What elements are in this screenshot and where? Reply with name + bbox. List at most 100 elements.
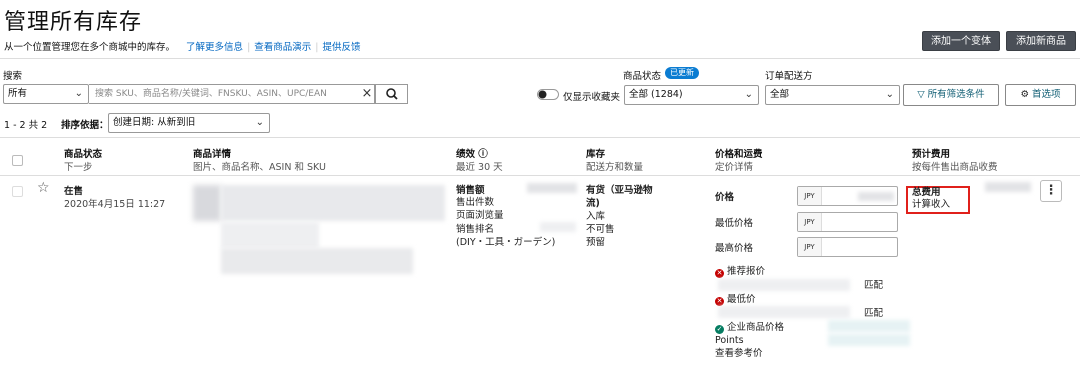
row-status: 在售 [64, 186, 84, 197]
status-badge: 已更新 [665, 67, 699, 79]
chevron-down-icon: ⌄ [885, 89, 894, 100]
view-demo-link[interactable]: 查看商品演示 [254, 42, 311, 53]
all-filters-label: 所有筛选条件 [927, 89, 985, 100]
filter-icon: ▽ [917, 89, 925, 100]
column-header-price[interactable]: 价格和运费 [715, 146, 763, 160]
inventory-status-line2: 流) [586, 198, 600, 209]
recommended-price-row: ✕ 推荐报价 [715, 266, 765, 278]
chevron-down-icon: ⌄ [744, 89, 753, 100]
subtitle-text: 从一个位置管理您在多个商城中的库存。 [4, 42, 176, 53]
column-header-status[interactable]: 商品状态 [64, 146, 102, 160]
lowest-price-blurred [718, 306, 850, 318]
sort-label: 排序依据： [61, 120, 109, 131]
add-product-button[interactable]: 添加新商品 [1006, 31, 1076, 51]
search-button[interactable] [375, 84, 408, 104]
search-placeholder: 搜索 SKU、商品名称/关键词、FNSKU、ASIN、UPC/EAN [95, 89, 327, 99]
product-image[interactable] [193, 185, 221, 221]
more-options-icon[interactable]: ⋮ [1040, 180, 1062, 202]
lowest-price-row: ✕ 最低价 [715, 294, 756, 306]
fulfillment-select[interactable]: 全部 ⌄ [765, 85, 900, 105]
price-input[interactable]: JPY [797, 186, 898, 206]
perf-rank-blurred [540, 222, 576, 232]
preferences-button[interactable]: ⚙ 首选项 [1005, 84, 1076, 106]
column-header-inventory[interactable]: 库存 [586, 146, 605, 160]
view-reference-price-link[interactable]: 查看参考价 [715, 348, 763, 359]
product-title-blurred[interactable] [221, 185, 445, 221]
max-price-label: 最高价格 [715, 243, 754, 254]
error-icon: ✕ [715, 297, 724, 306]
points-blurred [828, 334, 910, 346]
currency-prefix: JPY [798, 238, 822, 256]
select-all-checkbox[interactable] [12, 155, 23, 166]
currency-prefix: JPY [798, 187, 822, 205]
total-fees-label: 总费用 [912, 187, 941, 198]
favorites-label: 仅显示收藏夹 [563, 92, 621, 103]
row-date: 2020年4月15日 11:27 [64, 199, 166, 210]
all-filters-button[interactable]: ▽ 所有筛选条件 [903, 84, 999, 106]
recommended-price-blurred [718, 279, 850, 291]
status-label: 商品状态 [623, 71, 662, 82]
search-scope-value: 所有 [8, 88, 28, 99]
business-price-label: 企业商品价格 [727, 322, 785, 333]
status-select-value: 全部 (1284) [629, 89, 683, 100]
product-sku-blurred [221, 248, 413, 274]
inventory-unsellable: 不可售 [586, 224, 615, 235]
page-subtitle: 从一个位置管理您在多个商城中的库存。 了解更多信息 | 查看商品演示 | 提供反馈 [4, 42, 361, 53]
calculate-income-link[interactable]: 计算收入 [912, 199, 950, 210]
match-recommended-link[interactable]: 匹配 [864, 280, 883, 291]
result-range: 1 - 2 共 2 [4, 120, 48, 131]
clear-icon[interactable]: × [358, 84, 376, 104]
min-price-input[interactable]: JPY [797, 212, 898, 232]
chevron-down-icon: ⌄ [74, 88, 83, 99]
perf-rank-category: (DIY・工具・ガーデン) [456, 237, 556, 248]
table-header-bottom-border [0, 175, 1080, 176]
perf-pageviews-label: 页面浏览量 [456, 210, 504, 221]
status-select[interactable]: 全部 (1284) ⌄ [624, 85, 759, 105]
search-scope-select[interactable]: 所有 ⌄ [3, 84, 89, 104]
column-header-performance[interactable]: 绩效 ⓘ [456, 146, 488, 160]
inventory-inbound: 入库 [586, 211, 606, 222]
inventory-status-line1: 有货（亚马逊物 [586, 185, 653, 196]
business-price-row: ✓ 企业商品价格 [715, 322, 784, 334]
table-header-top-border [0, 137, 1080, 138]
price-label: 价格 [715, 192, 735, 203]
search-label: 搜索 [3, 71, 23, 82]
lowest-price-label: 最低价 [727, 294, 756, 305]
column-subheader-inventory: 配送方和数量 [586, 162, 644, 173]
learn-more-link[interactable]: 了解更多信息 [186, 42, 243, 53]
favorites-toggle[interactable] [537, 89, 559, 100]
column-subheader-fees: 按每件售出商品收费 [912, 162, 998, 173]
feedback-link[interactable]: 提供反馈 [322, 42, 360, 53]
column-subheader-status: 下一步 [64, 162, 93, 173]
perf-rank-label: 销售排名 [456, 224, 495, 235]
min-price-label: 最低价格 [715, 218, 754, 229]
fulfillment-label: 订单配送方 [765, 71, 813, 82]
star-icon[interactable]: ☆ [37, 180, 50, 196]
search-icon [386, 88, 398, 100]
max-price-input[interactable]: JPY [797, 237, 898, 257]
perf-sales-label: 销售额 [456, 185, 485, 196]
row-checkbox[interactable] [12, 186, 23, 197]
match-lowest-link[interactable]: 匹配 [864, 308, 883, 319]
toggle-switch-icon [537, 89, 559, 100]
error-icon: ✕ [715, 269, 724, 278]
add-variation-button[interactable]: 添加一个变体 [922, 31, 1000, 51]
fulfillment-select-value: 全部 [770, 89, 790, 100]
sort-select[interactable]: 创建日期: 从新到旧 ⌄ [108, 113, 270, 133]
currency-prefix: JPY [798, 213, 822, 231]
recommended-price-label: 推荐报价 [727, 266, 766, 277]
fees-value-blurred [985, 182, 1031, 192]
column-header-details[interactable]: 商品详情 [193, 146, 231, 160]
column-subheader-price: 定价详情 [715, 162, 754, 173]
column-header-fees[interactable]: 预计费用 [912, 146, 950, 160]
business-price-blurred [828, 320, 910, 332]
header-divider [0, 58, 1080, 59]
product-asin-blurred [221, 222, 319, 248]
search-input[interactable]: 搜索 SKU、商品名称/关键词、FNSKU、ASIN、UPC/EAN [89, 84, 375, 104]
column-subheader-performance: 最近 30 天 [456, 162, 503, 173]
column-subheader-details: 图片、商品名称、ASIN 和 SKU [193, 162, 326, 173]
gear-icon: ⚙ [1020, 89, 1029, 100]
check-icon: ✓ [715, 325, 724, 334]
preferences-label: 首选项 [1032, 89, 1061, 100]
perf-units-label: 售出件数 [456, 197, 495, 208]
